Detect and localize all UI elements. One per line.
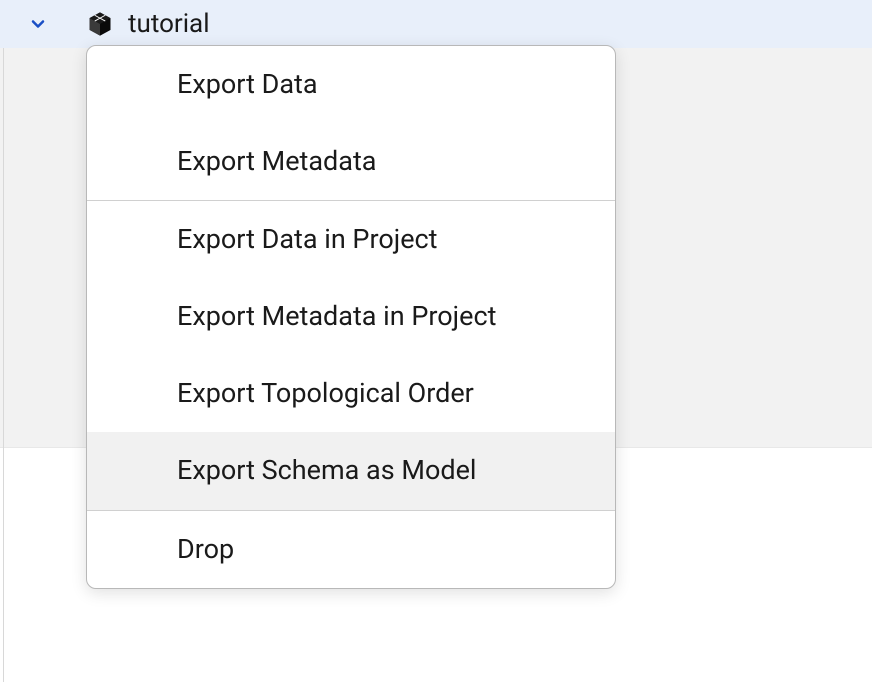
menu-item[interactable]: Export Metadata (87, 123, 615, 200)
node-title: tutorial (128, 9, 210, 39)
menu-item[interactable]: Export Data in Project (87, 201, 615, 278)
chevron-down-icon[interactable] (28, 14, 48, 34)
menu-item[interactable]: Export Metadata in Project (87, 278, 615, 355)
tree-node-header[interactable]: tutorial (0, 0, 872, 48)
menu-item[interactable]: Export Schema as Model (87, 432, 615, 509)
menu-item[interactable]: Export Topological Order (87, 355, 615, 432)
context-menu: Export DataExport MetadataExport Data in… (86, 45, 616, 589)
cube-icon (86, 10, 114, 38)
menu-item[interactable]: Drop (87, 511, 615, 588)
sidebar-divider (3, 48, 4, 682)
menu-item[interactable]: Export Data (87, 46, 615, 123)
